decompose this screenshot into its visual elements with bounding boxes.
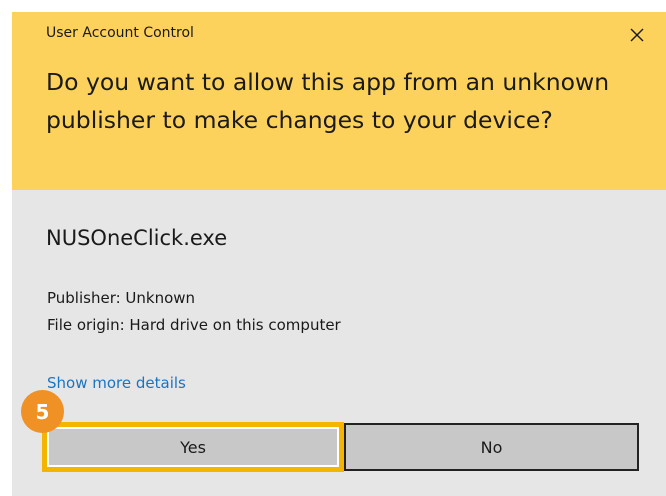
dialog-header: User Account Control Do you want to allo… [12,12,666,190]
step-number-badge: 5 [21,390,64,433]
uac-dialog: User Account Control Do you want to allo… [12,12,666,496]
file-origin-info: File origin: Hard drive on this computer [47,316,341,334]
close-icon[interactable] [624,22,650,48]
no-button[interactable]: No [344,423,639,471]
publisher-info: Publisher: Unknown [47,289,196,307]
window-title: User Account Control [46,25,194,41]
show-more-details-link[interactable]: Show more details [47,374,186,392]
dialog-question: Do you want to allow this app from an un… [46,68,610,134]
app-name: NUSOneClick.exe [46,226,228,250]
yes-button[interactable]: Yes [42,422,344,472]
